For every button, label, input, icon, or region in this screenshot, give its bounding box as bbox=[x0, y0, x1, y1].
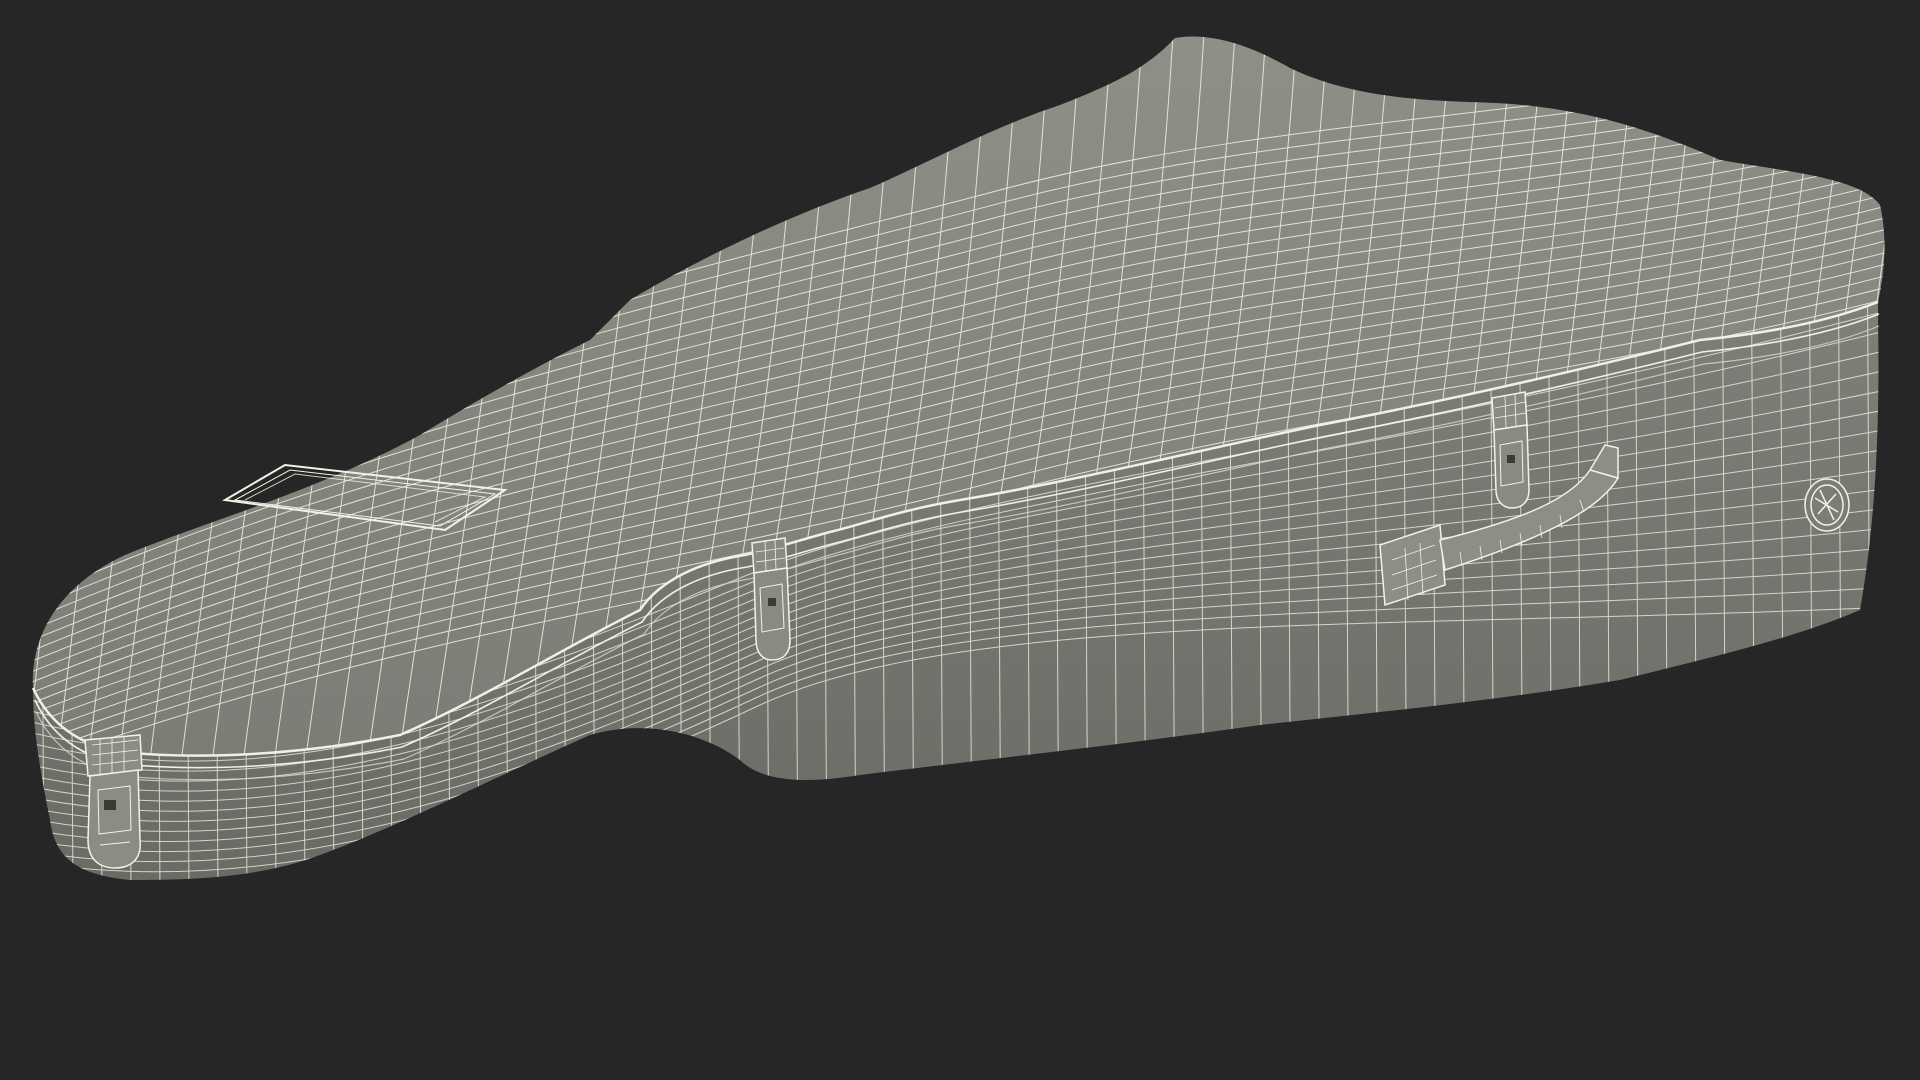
latch-waist bbox=[751, 537, 791, 661]
brand-badge-icon bbox=[1804, 478, 1850, 532]
latch-lower-bout bbox=[84, 734, 143, 869]
wireframe-render bbox=[31, 36, 1885, 880]
mesh-edge bbox=[39, 302, 45, 880]
latch-upper-bout bbox=[1491, 391, 1530, 509]
render-viewport bbox=[0, 0, 1920, 1080]
